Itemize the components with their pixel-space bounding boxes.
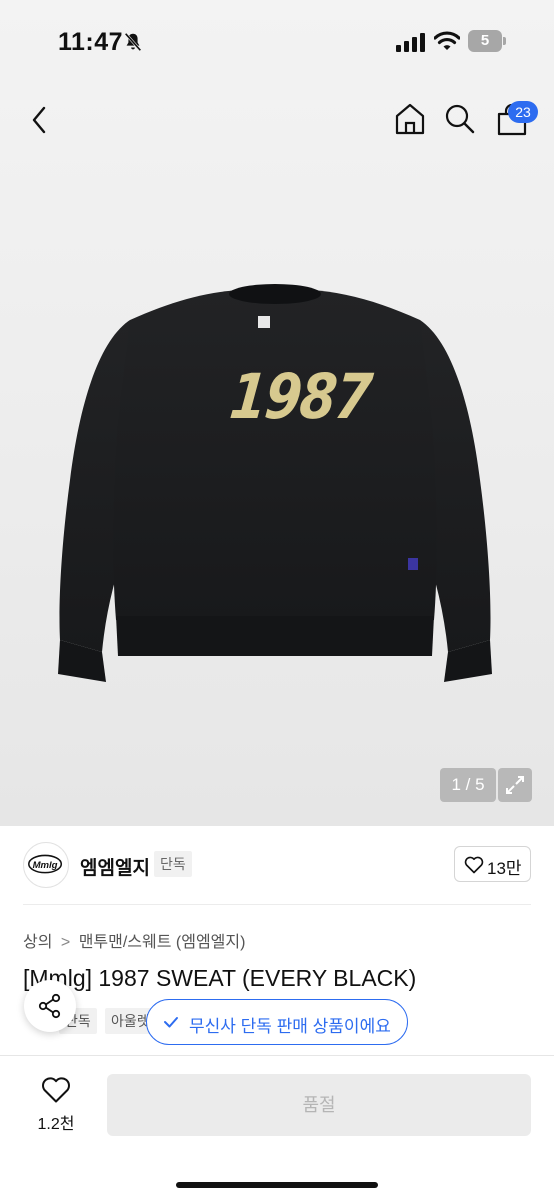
check-icon (164, 1017, 178, 1028)
exclusive-notice: 무신사 단독 판매 상품이에요 (146, 999, 408, 1045)
battery-level: 5 (480, 32, 490, 49)
sold-out-button[interactable]: 품절 (107, 1074, 531, 1136)
expand-button[interactable] (498, 768, 532, 802)
status-bar: 11:47 5 (0, 0, 554, 80)
product-image[interactable] (40, 280, 510, 700)
home-indicator (176, 1182, 378, 1188)
heart-icon (464, 856, 484, 874)
search-icon[interactable] (444, 102, 476, 136)
share-button[interactable] (24, 980, 76, 1032)
breadcrumb-separator: > (60, 934, 71, 951)
battery-indicator: 5 (468, 30, 506, 52)
expand-icon (506, 776, 524, 794)
breadcrumb: 상의 > 맨투맨/스웨트 (엠엠엘지) (23, 928, 245, 952)
svg-text:Mmlg: Mmlg (33, 860, 58, 871)
wishlist-button[interactable]: 1.2천 (24, 1076, 88, 1136)
product-title: [Mmlg] 1987 SWEAT (EVERY BLACK) (23, 965, 417, 991)
signal-icon (396, 33, 425, 52)
brand-logo-mark: Mmlg (28, 854, 63, 874)
cart-count-badge[interactable]: 23 (508, 101, 538, 123)
wishlist-count: 1.2천 (37, 1116, 75, 1133)
bell-off-icon (124, 32, 142, 52)
brand-like-button[interactable]: 13만 (454, 846, 531, 882)
brand-like-count: 13만 (487, 859, 522, 878)
brand-name[interactable]: 엠엠엘지 (80, 853, 150, 880)
product-gallery[interactable]: 11:47 5 23 1987 1 / 5 (0, 0, 554, 826)
heart-icon (42, 1077, 70, 1103)
brand-exclusive-tag: 단독 (154, 851, 192, 877)
image-counter: 1 / 5 (440, 768, 496, 802)
share-icon (38, 993, 61, 1019)
breadcrumb-subcategory[interactable]: 맨투맨/스웨트 (엠엠엘지) (79, 934, 246, 951)
home-icon[interactable] (393, 102, 427, 136)
bottom-action-bar: 1.2천 품절 (0, 1055, 554, 1200)
brand-logo[interactable]: Mmlg (23, 842, 69, 888)
divider (23, 904, 531, 905)
exclusive-notice-text: 무신사 단독 판매 상품이에요 (189, 1017, 391, 1036)
breadcrumb-category[interactable]: 상의 (23, 934, 52, 951)
sweater-print: 1987 (226, 360, 375, 433)
back-icon[interactable] (26, 104, 54, 136)
wifi-icon (434, 31, 460, 50)
status-time: 11:47 (58, 28, 124, 56)
